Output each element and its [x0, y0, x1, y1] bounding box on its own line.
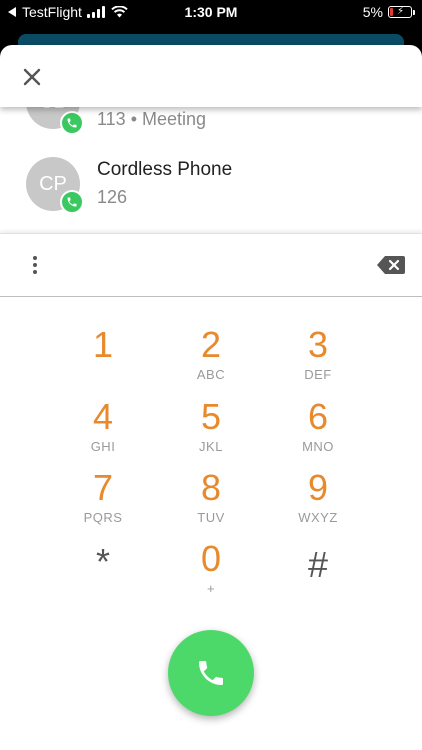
phone-presence-icon [60, 111, 84, 135]
key-9[interactable]: 9 WXYZ [268, 468, 368, 536]
clock: 1:30 PM [184, 4, 238, 20]
contact-results-list: CB 113 • Meeting CP Cordless Phone 126 [0, 85, 422, 233]
key-6[interactable]: 6 MNO [268, 397, 368, 465]
dial-input-bar [0, 233, 422, 297]
key-1[interactable]: 1 [53, 325, 153, 393]
dial-keypad: 1 2 ABC 3 DEF 4 GHI 5 JKL 6 MNO 7 PQRS 8 TUV 9W… [0, 310, 422, 610]
more-vertical-icon[interactable] [26, 254, 44, 280]
dialed-number[interactable] [70, 250, 350, 282]
close-icon[interactable] [20, 65, 44, 89]
contact-extension: 126 [97, 187, 128, 207]
key-hash[interactable]: # [268, 545, 368, 613]
sheet-header [0, 45, 422, 107]
status-right: 5% ⚡ [362, 4, 415, 20]
key-0[interactable]: 0 + [161, 539, 261, 607]
contact-name: Cordless Phone [97, 159, 233, 180]
key-5[interactable]: 5 JKL [161, 397, 261, 465]
key-4[interactable]: 4 GHI [53, 397, 153, 465]
key-2[interactable]: 2 ABC [161, 325, 261, 393]
backspace-icon[interactable] [376, 254, 406, 276]
key-3[interactable]: 3 DEF [268, 325, 368, 393]
phone-presence-icon [60, 190, 84, 214]
battery-icon: ⚡ [388, 6, 415, 18]
call-button[interactable] [168, 630, 254, 716]
battery-percent: 5% [362, 4, 383, 20]
contact-extension: 113 • Meeting [97, 109, 207, 129]
phone-icon [199, 661, 223, 685]
key-8[interactable]: 8 TUV [161, 468, 261, 536]
key-7[interactable]: 7 PQRS [53, 468, 153, 536]
key-star[interactable]: * [53, 542, 153, 610]
contact-item[interactable]: CP Cordless Phone 126 [0, 145, 422, 219]
